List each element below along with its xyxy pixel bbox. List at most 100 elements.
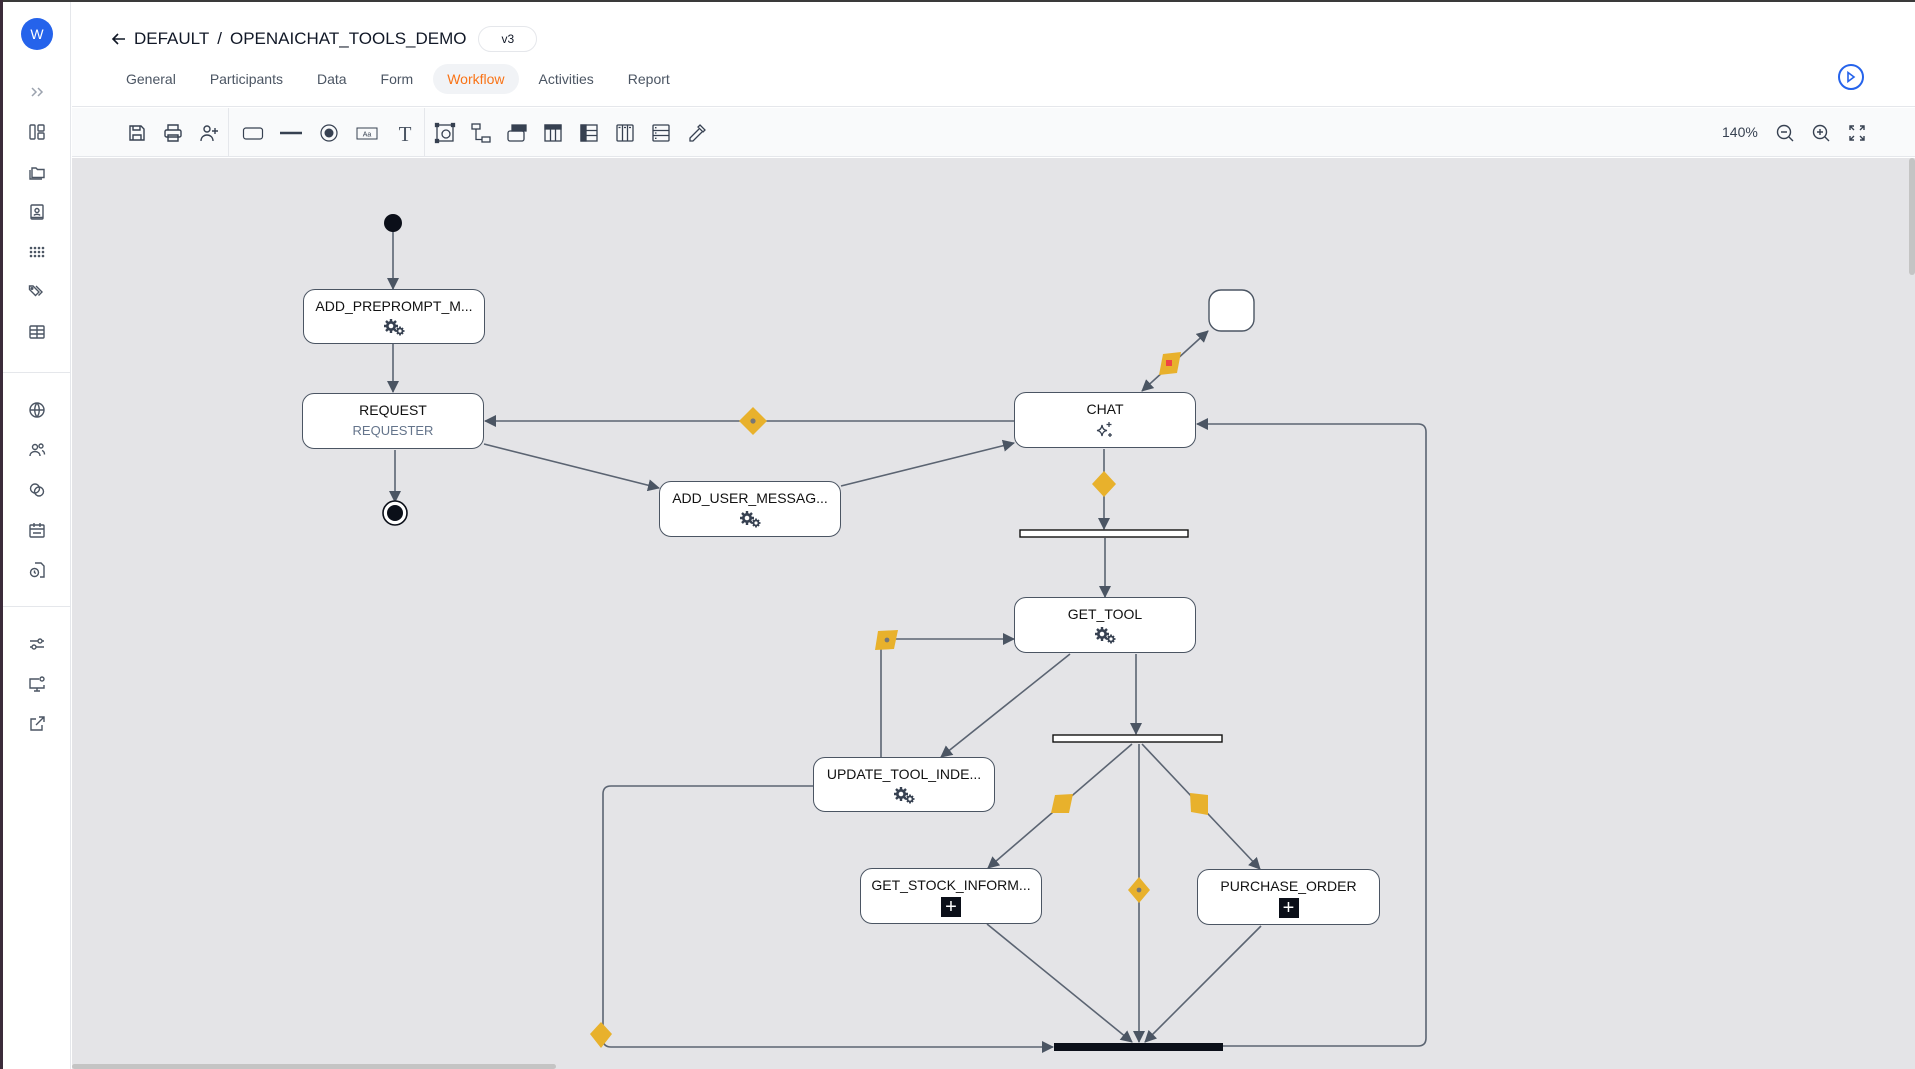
end-event-icon[interactable] [316,120,342,146]
svg-text:Aa: Aa [363,132,372,139]
columns-header-icon[interactable] [540,120,566,146]
tab-participants[interactable]: Participants [196,64,297,94]
eyedropper-icon[interactable] [684,120,710,146]
sidebar-divider [3,372,71,373]
sidebar-divider [3,606,71,607]
contact-book-icon[interactable] [25,200,49,224]
chevrons-right-icon[interactable] [25,80,49,104]
activity-node-chat[interactable]: CHAT [1014,392,1196,448]
page-header: DEFAULT / OPENAICHAT_TOOLS_DEMO v3 Gener… [72,2,1915,107]
start-event[interactable] [384,214,402,232]
users-icon[interactable] [25,438,49,462]
edge-update-tool-to-get-tool[interactable] [880,633,1015,757]
edge-get-stock-to-join[interactable] [986,923,1133,1043]
tab-general[interactable]: General [112,64,190,94]
vertical-lanes-icon[interactable] [612,120,638,146]
sparkles-icon [1092,420,1118,440]
calendar-icon[interactable] [25,518,49,542]
edge-request-to-add-user-message[interactable] [483,443,660,492]
activity-node-update-tool-index[interactable]: UPDATE_TOOL_INDE... [813,757,995,812]
text-icon[interactable]: T [392,120,418,146]
gears-icon [891,785,917,805]
end-event-inner [387,505,403,521]
activity-node-purchase-order[interactable]: PURCHASE_ORDER + [1197,869,1380,925]
workflow-canvas[interactable]: ADD_PREPROMPT_M... REQUEST REQUESTER ADD… [72,158,1915,1069]
sliders-icon[interactable] [25,632,49,656]
add-participant-icon[interactable] [196,120,222,146]
activity-node-request[interactable]: REQUEST REQUESTER [302,393,484,449]
tab-form[interactable]: Form [367,64,428,94]
svg-text:T: T [399,122,412,144]
file-clock-icon[interactable] [25,558,49,582]
tool-placeholder-box[interactable] [1208,289,1255,332]
line-icon[interactable] [278,120,304,146]
circles-icon[interactable] [25,478,49,502]
save-icon[interactable] [124,120,150,146]
tab-report[interactable]: Report [614,64,684,94]
toolbar-divider [424,108,425,157]
condition-diamond[interactable] [739,407,767,435]
fork-bar-chat[interactable] [1019,529,1189,538]
fork-bar-get-tool[interactable] [1052,734,1223,743]
gears-icon [1092,625,1118,645]
node-title: GET_STOCK_INFORM... [871,877,1031,893]
version-badge[interactable]: v3 [478,26,538,52]
print-icon[interactable] [160,120,186,146]
fit-screen-icon[interactable] [1844,120,1870,146]
breadcrumb-separator: / [217,29,222,48]
dashboard-icon[interactable] [25,120,49,144]
subprocess-plus-icon[interactable]: + [941,897,961,917]
tab-activities[interactable]: Activities [525,64,608,94]
gears-icon [737,509,763,529]
zoom-in-icon[interactable] [1808,120,1834,146]
edge-purchase-order-to-join[interactable] [1144,925,1262,1043]
activity-node-get-stock-information[interactable]: GET_STOCK_INFORM... + [860,868,1042,924]
condition-diamond[interactable] [1051,794,1073,813]
breadcrumb: DEFAULT / OPENAICHAT_TOOLS_DEMO v3 [110,26,538,52]
table-icon[interactable] [25,320,49,344]
rows-header-icon[interactable] [576,120,602,146]
edge-get-tool-to-update-tool[interactable] [940,653,1071,758]
node-title: GET_TOOL [1067,606,1143,622]
activity-node-add-user-message[interactable]: ADD_USER_MESSAG... [659,481,841,537]
condition-diamond[interactable] [1190,793,1208,815]
horizontal-scrollbar[interactable] [72,1064,556,1069]
join-bar[interactable] [1054,1043,1223,1051]
run-workflow-button[interactable] [1838,64,1864,90]
monitor-settings-icon[interactable] [25,672,49,696]
node-title: ADD_USER_MESSAG... [672,490,828,506]
flowchart-icon[interactable] [468,120,494,146]
select-shape-icon[interactable] [432,120,458,146]
tab-workflow[interactable]: Workflow [433,64,519,94]
activity-node-get-tool[interactable]: GET_TOOL [1014,597,1196,653]
folders-icon[interactable] [25,160,49,184]
node-participant: REQUESTER [352,423,434,438]
back-arrow-icon[interactable] [110,30,128,48]
condition-diamond-error[interactable] [1159,352,1181,375]
avatar[interactable]: W [21,18,53,50]
node-title: UPDATE_TOOL_INDE... [826,766,982,782]
condition-diamond[interactable] [1128,877,1150,903]
condition-diamond[interactable] [1092,471,1116,497]
apps-grid-icon[interactable] [25,240,49,264]
horizontal-lanes-icon[interactable] [648,120,674,146]
edge-join-to-chat[interactable] [1196,418,1427,1047]
tags-icon[interactable] [25,280,49,304]
vertical-scrollbar[interactable] [1909,158,1915,275]
label-icon[interactable]: Aa [354,120,380,146]
zoom-out-icon[interactable] [1772,120,1798,146]
subprocess-plus-icon[interactable]: + [1278,898,1299,918]
node-title: REQUEST [359,402,427,418]
tab-data[interactable]: Data [303,64,361,94]
edge-add-user-message-to-chat[interactable] [840,439,1015,487]
globe-icon[interactable] [25,398,49,422]
node-title: PURCHASE_ORDER [1220,878,1357,894]
activity-node-add-preprompt[interactable]: ADD_PREPROMPT_M... [303,289,485,344]
condition-diamond[interactable] [875,630,898,650]
activity-shape-icon[interactable] [240,120,266,146]
zoom-level: 140% [1722,124,1758,140]
breadcrumb-parent[interactable]: DEFAULT [134,29,209,49]
lane-header-icon[interactable] [504,120,530,146]
external-link-icon[interactable] [25,712,49,736]
condition-diamond[interactable] [590,1022,612,1048]
